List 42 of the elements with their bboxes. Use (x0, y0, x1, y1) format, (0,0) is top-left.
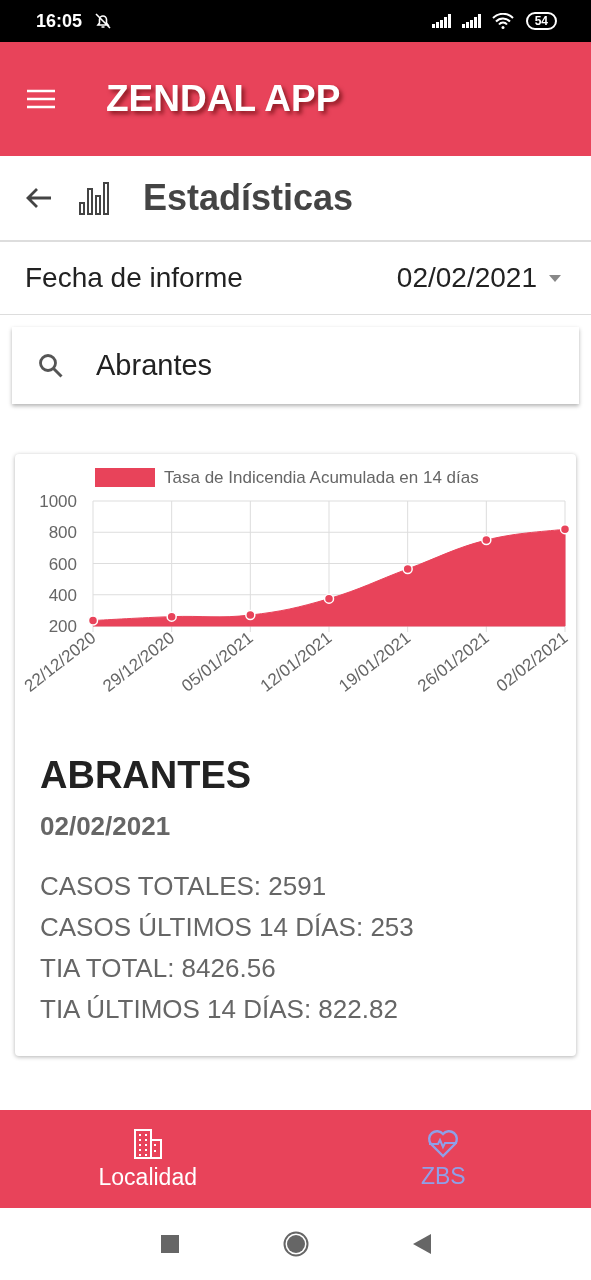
stat-line: TIA TOTAL: 8426.56 (40, 952, 277, 985)
search-icon (38, 352, 64, 379)
data-point (245, 609, 256, 621)
menu-icon (26, 89, 56, 109)
data-point (87, 615, 99, 626)
data-point (481, 534, 492, 546)
building-icon (131, 1127, 164, 1160)
stat-line: CASOS TOTALES: 2591 (40, 870, 328, 903)
date-dropdown[interactable]: 02/02/2021 (396, 262, 561, 294)
data-point (323, 593, 335, 604)
data-point (166, 611, 177, 622)
stat-line: CASOS ÚLTIMOS 14 DÍAS: 253 (40, 911, 415, 944)
app-title: ZENDAL APP (106, 78, 341, 120)
data-point (402, 563, 413, 575)
page-title: Estadísticas (143, 177, 354, 219)
bell-off-icon (94, 12, 113, 30)
heartbeat-icon (427, 1128, 460, 1159)
status-time: 16:05 (36, 10, 83, 32)
caret-icon (549, 274, 561, 282)
wifi-icon (491, 13, 514, 29)
bar-chart-icon (79, 181, 109, 215)
data-point (559, 523, 571, 535)
home-icon[interactable] (282, 1231, 309, 1257)
signal-icon (461, 14, 484, 28)
location-title: ABRANTES (40, 754, 253, 797)
legend-label: Tasa de Indicendia Acumulada en 14 días (164, 468, 479, 487)
stat-line: TIA ÚLTIMOS 14 DÍAS: 822.82 (40, 993, 399, 1026)
axis-tick-label: 200 (48, 617, 77, 636)
back-button[interactable] (25, 186, 53, 210)
menu-button[interactable] (26, 89, 56, 109)
nav-tab[interactable]: Localidad (0, 1110, 296, 1208)
signal-icon (431, 14, 454, 28)
axis-tick-label: 600 (48, 554, 77, 574)
axis-tick-label: 400 (48, 585, 77, 605)
axis-tick-label: 1000 (39, 492, 77, 511)
recents-icon[interactable] (160, 1235, 179, 1253)
card-date: 02/02/2021 (40, 811, 172, 842)
battery-indicator: 54 (525, 12, 557, 30)
back-arrow-icon (25, 186, 53, 210)
report-date-label: Fecha de informe (25, 262, 243, 294)
back-icon[interactable] (412, 1234, 431, 1254)
axis-tick-label: 800 (48, 523, 77, 543)
